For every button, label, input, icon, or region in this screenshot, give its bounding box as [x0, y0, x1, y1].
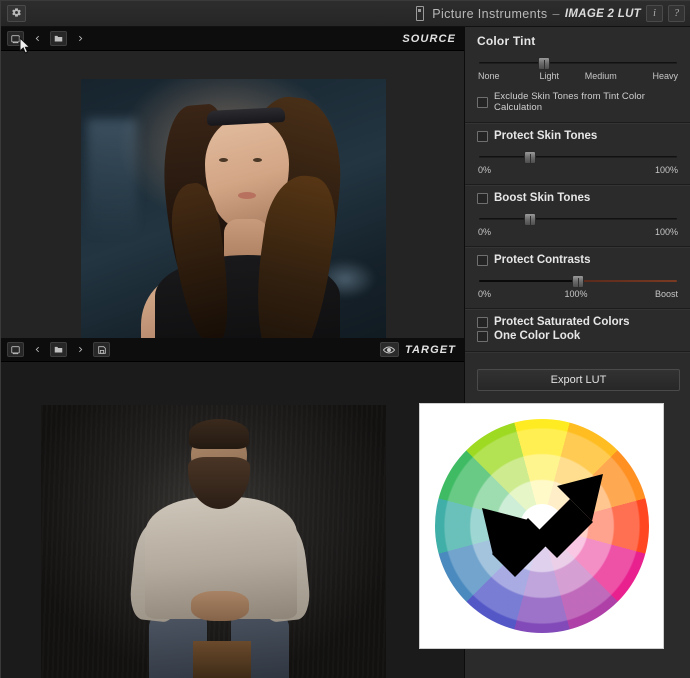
- color-tint-knob[interactable]: [538, 57, 551, 70]
- target-photo-hands: [191, 591, 249, 621]
- double-headed-arrow-icon: [482, 474, 603, 577]
- tick-min: 0%: [478, 165, 492, 175]
- protect-skin-tones-slider[interactable]: [479, 151, 677, 164]
- protect-skin-tones-ticks: 0% 100%: [477, 165, 679, 175]
- target-label: TARGET: [379, 342, 456, 357]
- target-toolbar: TARGET: [1, 338, 464, 362]
- next-source-button[interactable]: [73, 31, 87, 46]
- tick-heavy: Heavy: [652, 71, 678, 81]
- title-bar: Picture Instruments – IMAGE 2 LUT i ?: [1, 1, 690, 27]
- viewer-area: SOURCE TARGET: [1, 27, 464, 678]
- source-photo-eye-left: [219, 158, 228, 162]
- protect-saturated-colors-label: Protect Saturated Colors: [494, 316, 630, 328]
- open-source-folder-button[interactable]: [50, 31, 67, 46]
- tick-min: 0%: [478, 289, 492, 299]
- source-image-area[interactable]: [1, 51, 464, 377]
- tick-mid: 100%: [564, 289, 588, 299]
- next-target-button[interactable]: [73, 342, 87, 357]
- tick-max: 100%: [654, 227, 678, 237]
- eye-icon[interactable]: [379, 342, 399, 357]
- protect-skin-tones-row[interactable]: Protect Skin Tones: [477, 130, 679, 142]
- color-tint-slider[interactable]: [479, 57, 677, 70]
- color-tint-track: [479, 62, 677, 64]
- mouse-cursor: [19, 37, 31, 54]
- source-photo[interactable]: [81, 79, 386, 377]
- target-photo-crate: [193, 641, 251, 678]
- section-export: Export LUT: [465, 352, 690, 404]
- capture-target-button[interactable]: [7, 342, 24, 357]
- section-extra-options: Protect Saturated Colors One Color Look: [465, 309, 690, 352]
- section-boost-skin-tones: Boost Skin Tones 0% 100%: [465, 185, 690, 247]
- tick-max: 100%: [654, 165, 678, 175]
- tick-none: None: [478, 71, 500, 81]
- help-button[interactable]: ?: [668, 5, 685, 22]
- protect-contrasts-slider[interactable]: [479, 275, 677, 288]
- protect-contrasts-label: Protect Contrasts: [494, 254, 591, 266]
- boost-skin-tones-row[interactable]: Boost Skin Tones: [477, 192, 679, 204]
- one-color-look-checkbox[interactable]: [477, 330, 488, 342]
- protect-contrasts-row[interactable]: Protect Contrasts: [477, 254, 679, 266]
- settings-button[interactable]: [7, 5, 26, 22]
- protect-skin-tones-track: [479, 156, 677, 158]
- target-image-area[interactable]: [1, 362, 464, 678]
- color-tint-ticks: None Light Medium Heavy: [477, 71, 679, 81]
- target-label-text: TARGET: [404, 343, 456, 356]
- source-label: SOURCE: [402, 33, 456, 45]
- target-photo-hair: [189, 419, 249, 449]
- protect-skin-tones-checkbox[interactable]: [477, 130, 488, 142]
- source-toolbar: SOURCE: [1, 27, 464, 51]
- source-photo-eye-right: [253, 158, 262, 162]
- previous-source-button[interactable]: [30, 31, 44, 46]
- exclude-skin-tones-label: Exclude Skin Tones from Tint Color Calcu…: [494, 91, 646, 113]
- protect-skin-tones-knob[interactable]: [524, 151, 537, 164]
- tick-medium: Medium: [584, 71, 617, 81]
- one-color-look-label: One Color Look: [494, 330, 581, 342]
- boost-skin-tones-knob[interactable]: [524, 213, 537, 226]
- exclude-skin-tones-checkbox[interactable]: [477, 96, 488, 108]
- title-bar-right: Picture Instruments – IMAGE 2 LUT i ?: [416, 5, 690, 22]
- source-photo-bg-light: [87, 119, 137, 239]
- gear-icon: [11, 5, 22, 23]
- protect-saturated-colors-row[interactable]: Protect Saturated Colors: [477, 316, 679, 328]
- boost-skin-tones-label: Boost Skin Tones: [494, 192, 591, 204]
- brand-separator: –: [552, 6, 560, 21]
- one-color-look-row[interactable]: One Color Look: [477, 330, 679, 342]
- protect-contrasts-ticks: 0% 100% Boost: [477, 289, 679, 299]
- brand-title: Picture Instruments – IMAGE 2 LUT: [416, 6, 641, 21]
- app-window: Picture Instruments – IMAGE 2 LUT i ? SO…: [0, 0, 690, 678]
- section-protect-skin-tones: Protect Skin Tones 0% 100%: [465, 123, 690, 185]
- brand-name: Picture Instruments: [432, 6, 548, 21]
- color-wheel-overlay: [419, 403, 664, 649]
- color-tint-title: Color Tint: [477, 34, 536, 48]
- protect-contrasts-checkbox[interactable]: [477, 254, 488, 266]
- previous-target-button[interactable]: [30, 342, 44, 357]
- save-target-button[interactable]: [93, 342, 110, 357]
- protect-skin-tones-label: Protect Skin Tones: [494, 130, 598, 142]
- picture-instruments-logo-icon: [416, 6, 425, 21]
- section-protect-contrasts: Protect Contrasts 0% 100% Boost: [465, 247, 690, 309]
- source-label-text: SOURCE: [402, 32, 456, 45]
- protect-contrasts-knob[interactable]: [572, 275, 584, 288]
- tick-min: 0%: [478, 227, 492, 237]
- tick-light: Light: [539, 71, 560, 81]
- export-lut-button[interactable]: Export LUT: [477, 369, 680, 391]
- tick-max: Boost: [654, 289, 678, 299]
- boost-skin-tones-checkbox[interactable]: [477, 192, 488, 204]
- boost-skin-tones-ticks: 0% 100%: [477, 227, 679, 237]
- product-name: IMAGE 2 LUT: [564, 7, 641, 20]
- section-color-tint: Color Tint None Light Medium Heavy Exclu…: [465, 27, 690, 123]
- info-button[interactable]: i: [646, 5, 663, 22]
- target-photo[interactable]: [41, 405, 386, 678]
- boost-skin-tones-slider[interactable]: [479, 213, 677, 226]
- boost-skin-tones-track: [479, 218, 677, 220]
- source-photo-lips: [238, 192, 256, 199]
- exclude-skin-tones-row[interactable]: Exclude Skin Tones from Tint Color Calcu…: [477, 91, 679, 113]
- open-target-folder-button[interactable]: [50, 342, 67, 357]
- protect-saturated-colors-checkbox[interactable]: [477, 316, 488, 328]
